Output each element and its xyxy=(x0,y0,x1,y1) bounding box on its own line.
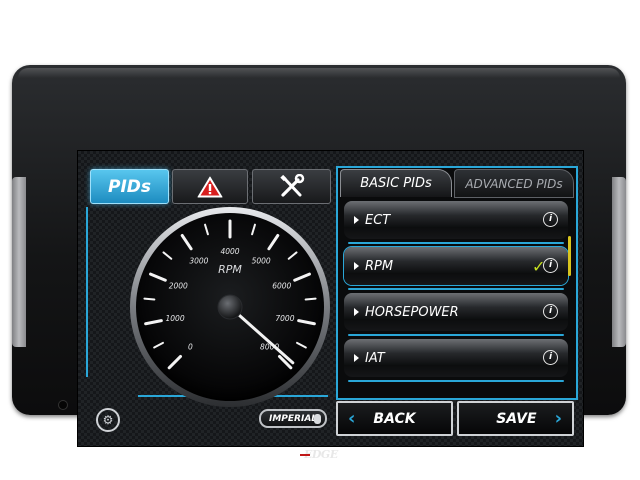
left-mount-clip xyxy=(12,177,26,347)
device-bezel: PIDs 0 1000 2000 3000 4000 5000 6000 700… xyxy=(12,65,626,461)
gauge-frame-left xyxy=(86,207,88,377)
list-scrollbar[interactable] xyxy=(568,236,571,276)
chevron-left-icon: ‹ xyxy=(348,408,356,429)
gauge-tick-label: 2000 xyxy=(169,282,188,291)
gear-icon: ⚙ xyxy=(102,413,114,427)
row-divider xyxy=(348,334,564,336)
basic-pids-tab-label: BASIC PIDs xyxy=(360,176,432,191)
pids-tab-label: PIDs xyxy=(107,176,151,197)
row-divider xyxy=(348,242,564,244)
info-icon[interactable]: i xyxy=(543,304,558,319)
gauge-tick-label: 0 xyxy=(188,343,193,352)
arrow-right-icon xyxy=(354,262,359,270)
touch-screen: PIDs 0 1000 2000 3000 4000 5000 6000 700… xyxy=(77,150,584,447)
save-button-label: SAVE xyxy=(496,410,537,427)
arrow-right-icon xyxy=(354,216,359,224)
rpm-gauge: 010002000300040005000600070008000 RPM xyxy=(130,207,330,407)
gauge-minor-tick xyxy=(143,297,156,301)
gauge-minor-tick xyxy=(304,297,317,301)
arrow-right-icon xyxy=(354,354,359,362)
gauge-tick-label: 5000 xyxy=(252,256,271,265)
pid-row-horsepower[interactable]: HORSEPOWER i xyxy=(344,293,568,336)
pid-row-label: IAT xyxy=(365,350,385,366)
brand-logo: EDGE xyxy=(300,448,338,461)
warning-tab-button[interactable] xyxy=(172,169,248,204)
basic-pids-tab[interactable]: BASIC PIDs xyxy=(340,169,452,197)
chevron-right-icon: › xyxy=(554,408,562,429)
bezel-highlight xyxy=(18,68,620,78)
wrench-screwdriver-icon xyxy=(279,173,304,197)
pid-row-label: HORSEPOWER xyxy=(365,304,459,320)
toggle-knob xyxy=(314,414,321,424)
gauge-tick-label: 3000 xyxy=(189,256,208,265)
pid-row-ect[interactable]: ECT i xyxy=(344,201,568,244)
info-icon[interactable]: i xyxy=(543,258,558,273)
gauge-tick-label: 4000 xyxy=(220,247,239,256)
units-toggle[interactable]: IMPERIAL xyxy=(259,409,327,428)
gauge-tick-label: 6000 xyxy=(272,282,291,291)
settings-gear-button[interactable]: ⚙ xyxy=(96,408,120,432)
back-button[interactable]: ‹ BACK xyxy=(336,401,453,436)
info-icon[interactable]: i xyxy=(543,350,558,365)
right-mount-clip xyxy=(612,177,626,347)
gauge-title: RPM xyxy=(218,263,242,276)
pid-row-label: ECT xyxy=(365,212,391,228)
advanced-pids-tab-label: ADVANCED PIDs xyxy=(465,176,563,191)
pid-row-rpm[interactable]: RPM ✓ i xyxy=(344,247,568,290)
info-icon[interactable]: i xyxy=(543,212,558,227)
pid-row-label: RPM xyxy=(365,258,394,274)
gauge-tick-label: 7000 xyxy=(275,314,294,323)
save-button[interactable]: SAVE › xyxy=(457,401,574,436)
pids-tab-button[interactable]: PIDs xyxy=(90,169,169,204)
arrow-right-icon xyxy=(354,308,359,316)
row-divider xyxy=(348,288,564,290)
gauge-tick-label: 1000 xyxy=(166,314,185,323)
warning-icon xyxy=(197,176,223,197)
logo-accent xyxy=(300,454,310,456)
advanced-pids-tab[interactable]: ADVANCED PIDs xyxy=(454,169,574,198)
light-sensor xyxy=(59,401,67,409)
back-button-label: BACK xyxy=(373,410,416,427)
row-divider xyxy=(348,380,564,382)
tools-tab-button[interactable] xyxy=(252,169,331,204)
units-toggle-label: IMPERIAL xyxy=(269,413,318,424)
pid-row-iat[interactable]: IAT i xyxy=(344,339,568,382)
pid-list: ECT i RPM ✓ i HORSEPOWER i IAT i xyxy=(344,201,568,385)
gauge-hub xyxy=(217,294,243,320)
